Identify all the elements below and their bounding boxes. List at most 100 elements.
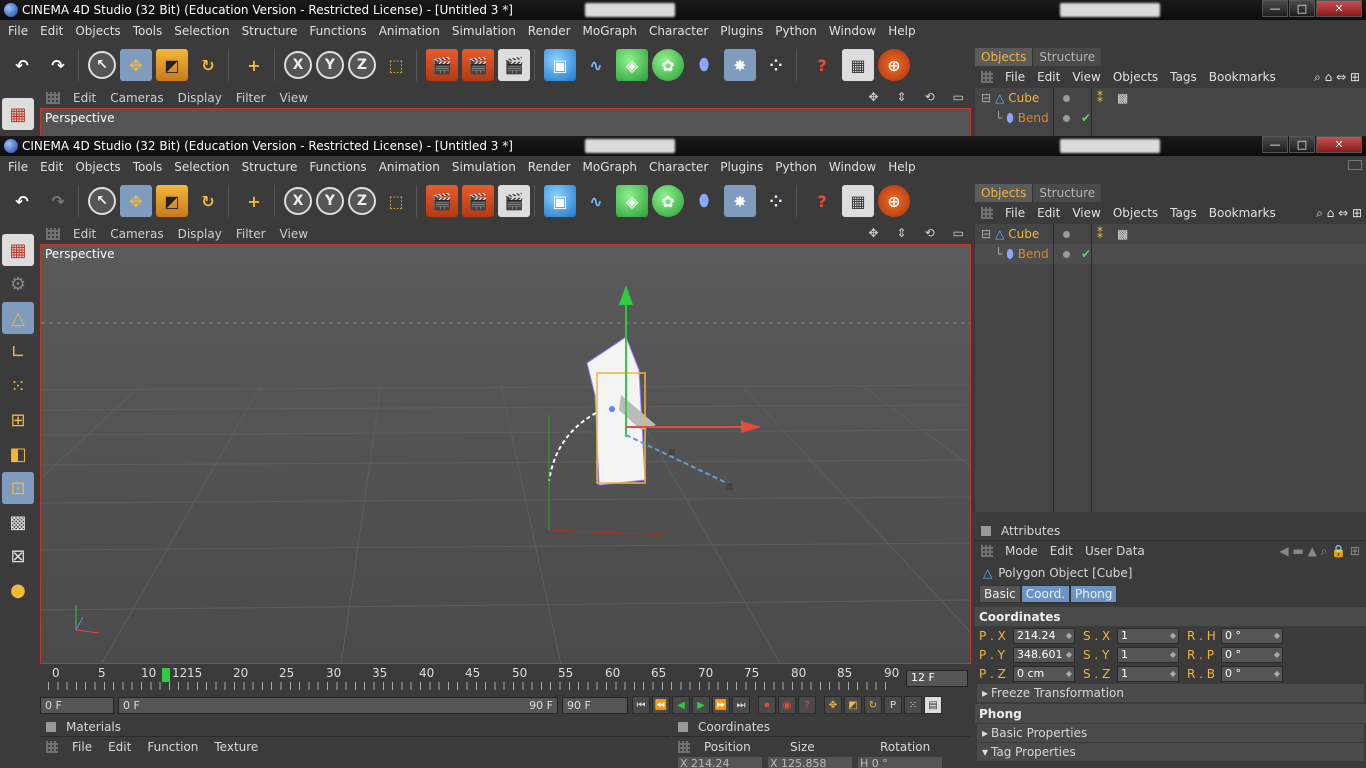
- key-rotation-icon[interactable]: ↻: [864, 696, 882, 714]
- scene-icon[interactable]: ✸: [724, 49, 756, 81]
- viewport-menu-filter[interactable]: Filter: [229, 91, 273, 105]
- pan-icon[interactable]: ✥: [861, 90, 885, 104]
- om-menu-file[interactable]: File: [999, 70, 1031, 84]
- menu-plugins[interactable]: Plugins: [714, 24, 769, 38]
- px-field[interactable]: 214.24 cm: [1013, 627, 1075, 656]
- pan-icon[interactable]: ✥: [861, 226, 885, 240]
- move-icon[interactable]: ✥: [120, 185, 152, 217]
- autokey-icon[interactable]: ◉: [778, 696, 796, 714]
- menu-edit[interactable]: Edit: [34, 160, 69, 174]
- viewport-menu-cameras[interactable]: Cameras: [103, 227, 170, 241]
- menu-help[interactable]: Help: [882, 160, 921, 174]
- z-axis-lock-icon[interactable]: Z: [348, 187, 376, 215]
- menu-functions[interactable]: Functions: [303, 160, 372, 174]
- x-axis-lock-icon[interactable]: X: [284, 51, 312, 79]
- current-frame-field[interactable]: 12 F: [906, 670, 968, 687]
- timeline-settings-icon[interactable]: ▤: [924, 696, 942, 714]
- undo-icon[interactable]: ↶: [6, 49, 38, 81]
- menu-edit[interactable]: Edit: [34, 24, 69, 38]
- cloner-icon[interactable]: ✿: [652, 185, 684, 217]
- scale-icon[interactable]: ◩: [156, 185, 188, 217]
- object-name[interactable]: Bend: [1018, 247, 1049, 261]
- sy-field[interactable]: 1: [1117, 646, 1179, 663]
- particle-icon[interactable]: ⁘: [760, 49, 792, 81]
- next-key-icon[interactable]: ⏩: [712, 696, 730, 714]
- texture-tag-icon[interactable]: ▩: [1117, 227, 1128, 241]
- menu-mograph[interactable]: MoGraph: [577, 160, 644, 174]
- edges-mode-icon[interactable]: ⊞: [2, 404, 34, 436]
- viewport-menu-display[interactable]: Display: [171, 91, 229, 105]
- mat-menu-file[interactable]: File: [64, 740, 100, 754]
- viewport-menu-filter[interactable]: Filter: [229, 227, 273, 241]
- menu-structure[interactable]: Structure: [236, 24, 304, 38]
- checker-icon[interactable]: ▩: [2, 506, 34, 538]
- rotate-icon[interactable]: ↻: [192, 185, 224, 217]
- om-menu-view[interactable]: View: [1066, 206, 1106, 220]
- play-forward-icon[interactable]: ▶: [692, 696, 710, 714]
- menu-functions[interactable]: Functions: [303, 24, 372, 38]
- uv-mode-icon[interactable]: ⊡: [2, 472, 34, 504]
- workplane-icon[interactable]: ⊠: [2, 540, 34, 572]
- close-button[interactable]: ✕: [1316, 0, 1362, 17]
- menu-render[interactable]: Render: [522, 160, 577, 174]
- coord-pos-x-field[interactable]: X 214.24: [678, 757, 762, 768]
- om-menu-bookmarks[interactable]: Bookmarks: [1203, 70, 1282, 84]
- render-view-icon[interactable]: 🎬: [426, 185, 458, 217]
- sculpt-icon[interactable]: ●: [2, 574, 34, 606]
- om-menu-bookmarks[interactable]: Bookmarks: [1203, 206, 1282, 220]
- attr-menu-mode[interactable]: Mode: [999, 544, 1044, 558]
- sz-field[interactable]: 1: [1117, 665, 1179, 682]
- deformer-icon[interactable]: ⬮: [688, 49, 720, 81]
- menu-plugins[interactable]: Plugins: [714, 160, 769, 174]
- spline-pen-icon[interactable]: ∿: [580, 49, 612, 81]
- rb-field[interactable]: 0 °: [1221, 665, 1283, 682]
- sx-field[interactable]: 1: [1117, 627, 1179, 644]
- render-settings-icon[interactable]: 🎬: [498, 49, 530, 81]
- tag-properties-group[interactable]: Tag Properties: [977, 743, 1364, 761]
- web-icon[interactable]: ⊕: [878, 185, 910, 217]
- object-mode-icon[interactable]: △: [2, 302, 34, 334]
- visibility-dot[interactable]: [1063, 250, 1070, 258]
- menu-character[interactable]: Character: [643, 24, 714, 38]
- orbit-icon[interactable]: ⟲: [918, 226, 942, 240]
- frame-range-slider[interactable]: 0 F 90 F: [118, 696, 558, 714]
- x-axis-lock-icon[interactable]: X: [284, 187, 312, 215]
- menu-python[interactable]: Python: [769, 160, 823, 174]
- coordinate-system-icon[interactable]: ⬚: [380, 49, 412, 81]
- menu-animation[interactable]: Animation: [373, 24, 446, 38]
- object-row-bend[interactable]: └ ⬮ Bend ✔: [975, 244, 1366, 264]
- web-icon[interactable]: ⊕: [878, 49, 910, 81]
- live-selection-icon[interactable]: ↖: [88, 51, 116, 79]
- play-backward-icon[interactable]: ◀: [672, 696, 690, 714]
- menu-selection[interactable]: Selection: [168, 24, 235, 38]
- start-frame-field[interactable]: 0 F: [40, 696, 114, 714]
- rotate-icon[interactable]: ↻: [192, 49, 224, 81]
- help-icon[interactable]: ?: [806, 185, 838, 217]
- dolly-icon[interactable]: ⇕: [890, 226, 914, 240]
- enabled-check-icon[interactable]: ✔: [1081, 111, 1091, 125]
- enabled-check-icon[interactable]: ✔: [1081, 247, 1091, 261]
- model-mode-icon[interactable]: ▦: [2, 234, 34, 266]
- cube-icon[interactable]: ▣: [544, 49, 576, 81]
- viewport-menu-edit[interactable]: Edit: [66, 91, 103, 105]
- maximize-view-icon[interactable]: ▭: [946, 226, 971, 240]
- create-point-icon[interactable]: +: [238, 49, 270, 81]
- go-to-start-icon[interactable]: ⏮: [632, 696, 650, 714]
- freeze-transformation-group[interactable]: Freeze Transformation: [977, 684, 1364, 702]
- viewport[interactable]: Perspective: [40, 244, 971, 664]
- y-axis-lock-icon[interactable]: Y: [316, 51, 344, 79]
- record-keys-icon[interactable]: ⏺: [758, 696, 776, 714]
- object-name[interactable]: Bend: [1018, 111, 1049, 125]
- visibility-dot[interactable]: [1063, 230, 1070, 238]
- om-menu-tags[interactable]: Tags: [1164, 206, 1203, 220]
- attr-menu-userdata[interactable]: User Data: [1079, 544, 1151, 558]
- om-menu-file[interactable]: File: [999, 206, 1031, 220]
- tab-structure[interactable]: Structure: [1033, 48, 1103, 66]
- minimize-button[interactable]: —: [1262, 136, 1288, 153]
- playhead[interactable]: [162, 668, 170, 682]
- coordinate-system-icon[interactable]: ⬚: [380, 185, 412, 217]
- search-icon[interactable]: ⌕ ⌂ ⇔ ⊞: [1308, 70, 1366, 85]
- menu-tools[interactable]: Tools: [127, 160, 169, 174]
- model-mode-icon[interactable]: ▦: [2, 98, 34, 130]
- tab-coord[interactable]: Coord.: [1020, 585, 1070, 603]
